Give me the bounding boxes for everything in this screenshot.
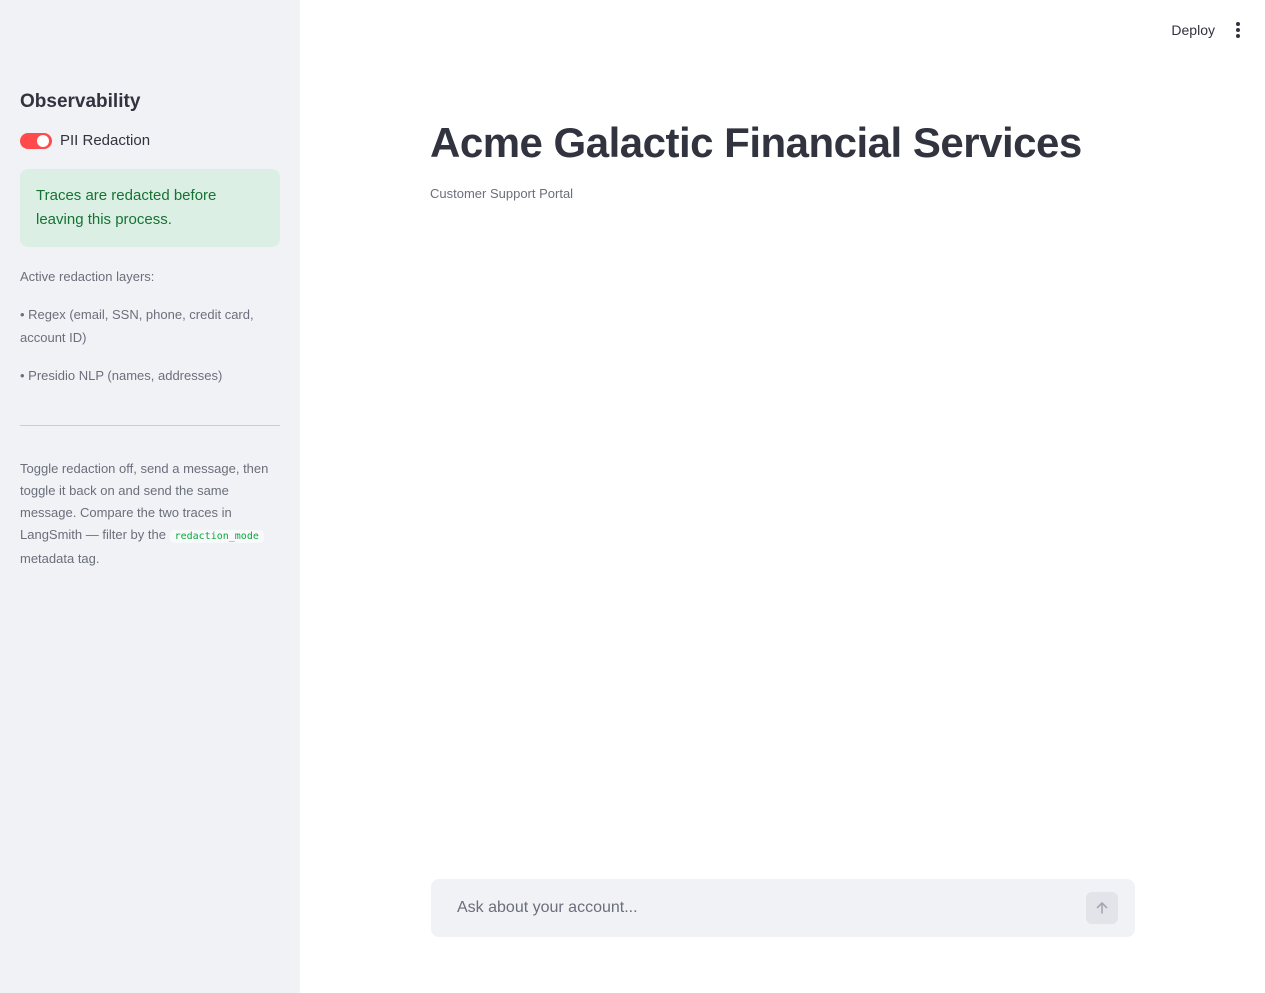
sidebar-divider xyxy=(20,425,280,426)
kebab-menu-icon[interactable] xyxy=(1233,20,1243,40)
toggle-knob xyxy=(37,134,49,147)
page-subtitle: Customer Support Portal xyxy=(430,186,574,201)
deploy-button[interactable]: Deploy xyxy=(1171,18,1215,42)
arrow-up-icon xyxy=(1096,902,1108,914)
chat-input[interactable] xyxy=(455,898,1086,918)
pii-redaction-label: PII Redaction xyxy=(60,132,151,149)
pii-redaction-toggle[interactable] xyxy=(20,132,52,149)
sidebar: Observability PII Redaction Traces are r… xyxy=(0,0,300,993)
pii-redaction-toggle-row[interactable]: PII Redaction xyxy=(20,132,280,149)
layers-heading: Active redaction layers: xyxy=(20,269,155,284)
top-toolbar: Deploy xyxy=(1171,18,1243,42)
help-text-part-2: metadata tag. xyxy=(20,551,100,566)
redaction-status-alert: Traces are redacted before leaving this … xyxy=(20,169,280,247)
chat-input-container xyxy=(431,879,1135,937)
main-content: Deploy Acme Galactic Financial Services … xyxy=(300,0,1265,993)
app-root: Observability PII Redaction Traces are r… xyxy=(0,0,1265,993)
send-button[interactable] xyxy=(1086,892,1118,924)
layer-item-regex: • Regex (email, SSN, phone, credit card,… xyxy=(20,307,254,345)
help-text: Toggle redaction off, send a message, th… xyxy=(20,458,280,570)
page-title: Acme Galactic Financial Services xyxy=(430,119,1082,166)
layer-item-presidio: • Presidio NLP (names, addresses) xyxy=(20,368,223,383)
redaction-mode-code: redaction_mode xyxy=(169,530,264,543)
sidebar-title: Observability xyxy=(20,91,141,112)
